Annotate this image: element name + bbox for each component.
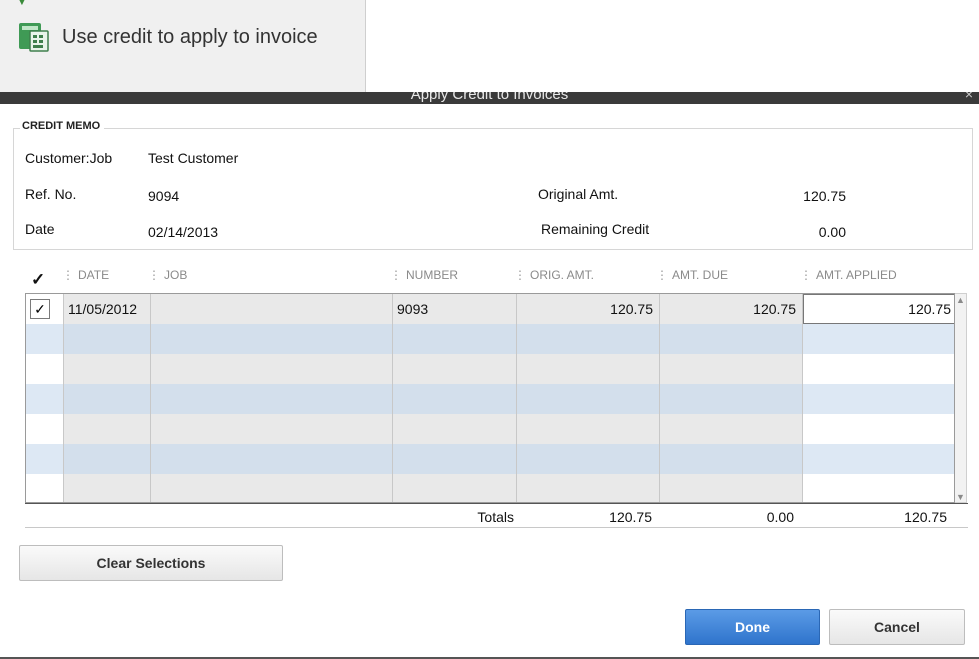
table-row[interactable] xyxy=(26,444,954,474)
cancel-button[interactable]: Cancel xyxy=(829,609,965,645)
window-title: Apply Credit to Invoices xyxy=(410,92,569,103)
totals-label: Totals xyxy=(477,509,514,525)
window-titlebar: Apply Credit to Invoices × xyxy=(0,92,979,104)
col-header-job[interactable]: ⋮ JOB xyxy=(148,268,187,290)
row-checkbox[interactable]: ✓ xyxy=(30,299,50,319)
original-amt-label: Original Amt. xyxy=(538,186,619,202)
row-date: 11/05/2012 xyxy=(68,301,138,317)
table-row[interactable] xyxy=(26,354,954,384)
apply-credit-icon xyxy=(16,21,60,53)
row-amt-applied[interactable]: 120.75 xyxy=(908,301,951,317)
table-row[interactable] xyxy=(26,414,954,444)
original-amt-value: 120.75 xyxy=(803,188,846,204)
row-amt-due: 120.75 xyxy=(753,301,796,317)
use-credit-label: Use credit to apply to invoice xyxy=(62,25,318,48)
row-number: 9093 xyxy=(397,301,429,317)
credit-memo-legend: CREDIT MEMO xyxy=(20,120,105,132)
col-header-amt-applied[interactable]: ⋮ AMT. APPLIED xyxy=(800,268,897,290)
col-header-date[interactable]: ⋮ DATE xyxy=(62,268,109,290)
arrow-down-icon: ▼ xyxy=(16,0,28,8)
totals-bottom-divider xyxy=(25,527,968,528)
remaining-credit-value: 0.00 xyxy=(818,224,846,240)
clear-selections-button[interactable]: Clear Selections xyxy=(19,545,283,581)
close-icon[interactable]: × xyxy=(965,92,973,102)
col-header-number[interactable]: ⋮ NUMBER xyxy=(390,268,458,290)
done-button[interactable]: Done xyxy=(685,609,820,645)
scroll-down-icon[interactable]: ▼ xyxy=(956,492,965,502)
scroll-up-icon[interactable]: ▲ xyxy=(956,295,965,305)
table-row[interactable] xyxy=(26,474,954,502)
date-value: 02/14/2013 xyxy=(148,224,219,240)
grid-scrollbar[interactable]: ▲ ▼ xyxy=(955,293,967,503)
ref-no-value: 9094 xyxy=(148,188,180,204)
table-row[interactable] xyxy=(26,324,954,354)
date-label: Date xyxy=(25,221,55,237)
row-orig-amt: 120.75 xyxy=(610,301,653,317)
select-all-checkmark[interactable]: ✓ xyxy=(31,270,45,290)
use-credit-button[interactable]: Use credit to apply to invoice xyxy=(16,20,318,54)
totals-amt-due: 0.00 xyxy=(766,509,794,525)
col-header-orig-amt[interactable]: ⋮ ORIG. AMT. xyxy=(514,268,594,290)
col-header-amt-due[interactable]: ⋮ AMT. DUE xyxy=(656,268,728,290)
ref-no-label: Ref. No. xyxy=(25,186,77,202)
toolbar-fragment: ▼ Use credit to apply to invoice xyxy=(0,0,366,92)
totals-divider xyxy=(25,503,968,504)
customer-job-value: Test Customer xyxy=(148,150,239,166)
customer-job-label: Customer:Job xyxy=(25,150,113,166)
invoice-grid: ✓ 11/05/2012 9093 120.75 120.75 120.75 xyxy=(25,293,955,503)
table-row[interactable]: ✓ 11/05/2012 9093 120.75 120.75 120.75 xyxy=(26,294,954,324)
table-row[interactable] xyxy=(26,384,954,414)
totals-orig-amt: 120.75 xyxy=(609,509,652,525)
remaining-credit-label: Remaining Credit xyxy=(541,221,650,237)
totals-amt-applied: 120.75 xyxy=(904,509,947,525)
